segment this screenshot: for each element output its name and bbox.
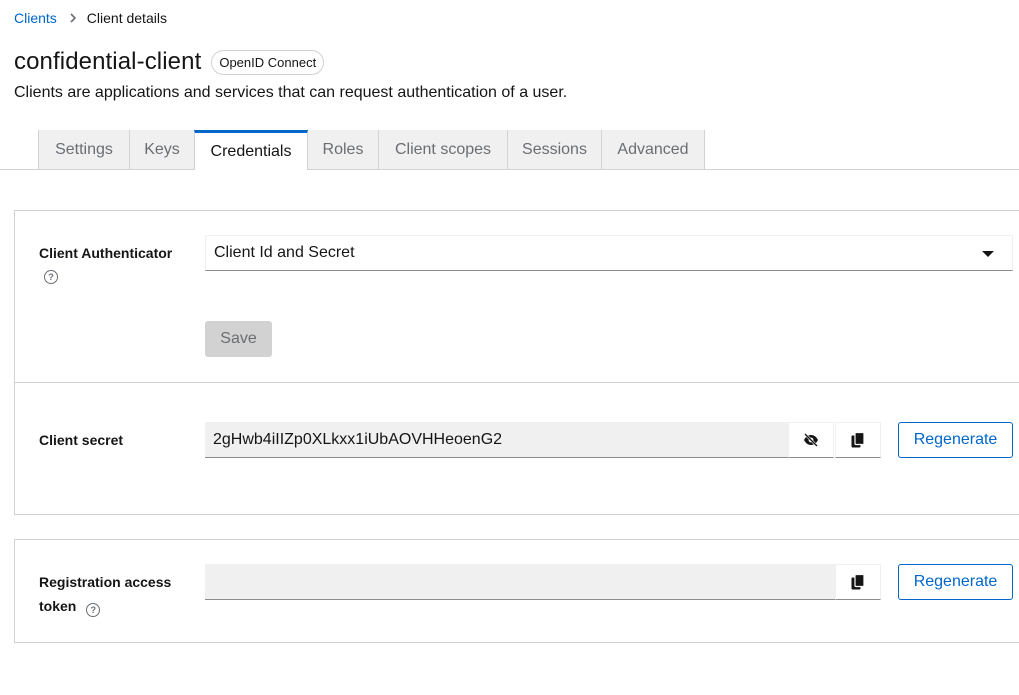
tab-credentials[interactable]: Credentials xyxy=(194,130,308,170)
copy-secret-button[interactable] xyxy=(835,422,881,458)
page-title: confidential-client xyxy=(14,48,202,75)
breadcrumb-current: Client details xyxy=(86,10,167,26)
client-authenticator-label: Client Authenticator xyxy=(39,245,173,261)
help-icon[interactable]: ? xyxy=(44,270,58,284)
regenerate-secret-button[interactable]: Regenerate xyxy=(898,422,1013,458)
regenerate-token-button[interactable]: Regenerate xyxy=(898,564,1013,600)
registration-token-card: Registration access token ? Regenerate xyxy=(14,539,1019,643)
client-secret-input[interactable]: 2gHwb4iIIZp0XLkxx1iUbAOVHHeoenG2 xyxy=(205,422,789,458)
breadcrumb: Clients Client details xyxy=(14,10,167,26)
tab-bar: Settings Keys Credentials Roles Client s… xyxy=(0,130,1019,170)
save-button[interactable]: Save xyxy=(205,321,272,357)
eye-slash-icon xyxy=(804,433,818,447)
copy-icon xyxy=(851,432,865,448)
tab-advanced[interactable]: Advanced xyxy=(602,130,705,169)
breadcrumb-clients-link[interactable]: Clients xyxy=(14,10,57,26)
tab-keys[interactable]: Keys xyxy=(130,130,195,169)
tab-client-scopes[interactable]: Client scopes xyxy=(379,130,508,169)
help-icon[interactable]: ? xyxy=(86,603,101,617)
title-row: confidential-client OpenID Connect xyxy=(14,48,325,76)
page-subtitle: Clients are applications and services th… xyxy=(14,84,568,101)
client-secret-label: Client secret xyxy=(39,432,124,448)
copy-icon xyxy=(851,574,865,590)
chevron-right-icon xyxy=(69,13,77,23)
registration-access-token-label-line2: token xyxy=(39,598,77,614)
section-divider xyxy=(15,382,1019,383)
tab-sessions[interactable]: Sessions xyxy=(508,130,602,169)
tab-roles[interactable]: Roles xyxy=(308,130,379,169)
registration-access-token-label: Registration access token ? xyxy=(39,570,171,618)
protocol-badge: OpenID Connect xyxy=(211,49,325,75)
caret-down-icon xyxy=(982,251,994,257)
registration-access-token-label-line1: Registration access xyxy=(39,574,172,590)
client-authenticator-select[interactable]: Client Id and Secret xyxy=(205,235,1013,271)
client-secret-value: 2gHwb4iIIZp0XLkxx1iUbAOVHHeoenG2 xyxy=(213,430,503,448)
toggle-secret-visibility-button[interactable] xyxy=(788,422,834,458)
client-authenticator-value: Client Id and Secret xyxy=(214,244,355,261)
copy-token-button[interactable] xyxy=(835,564,881,600)
credentials-card: Client Authenticator ? Client Id and Sec… xyxy=(14,210,1019,515)
registration-access-token-input[interactable] xyxy=(205,564,836,600)
tab-settings[interactable]: Settings xyxy=(38,130,130,169)
